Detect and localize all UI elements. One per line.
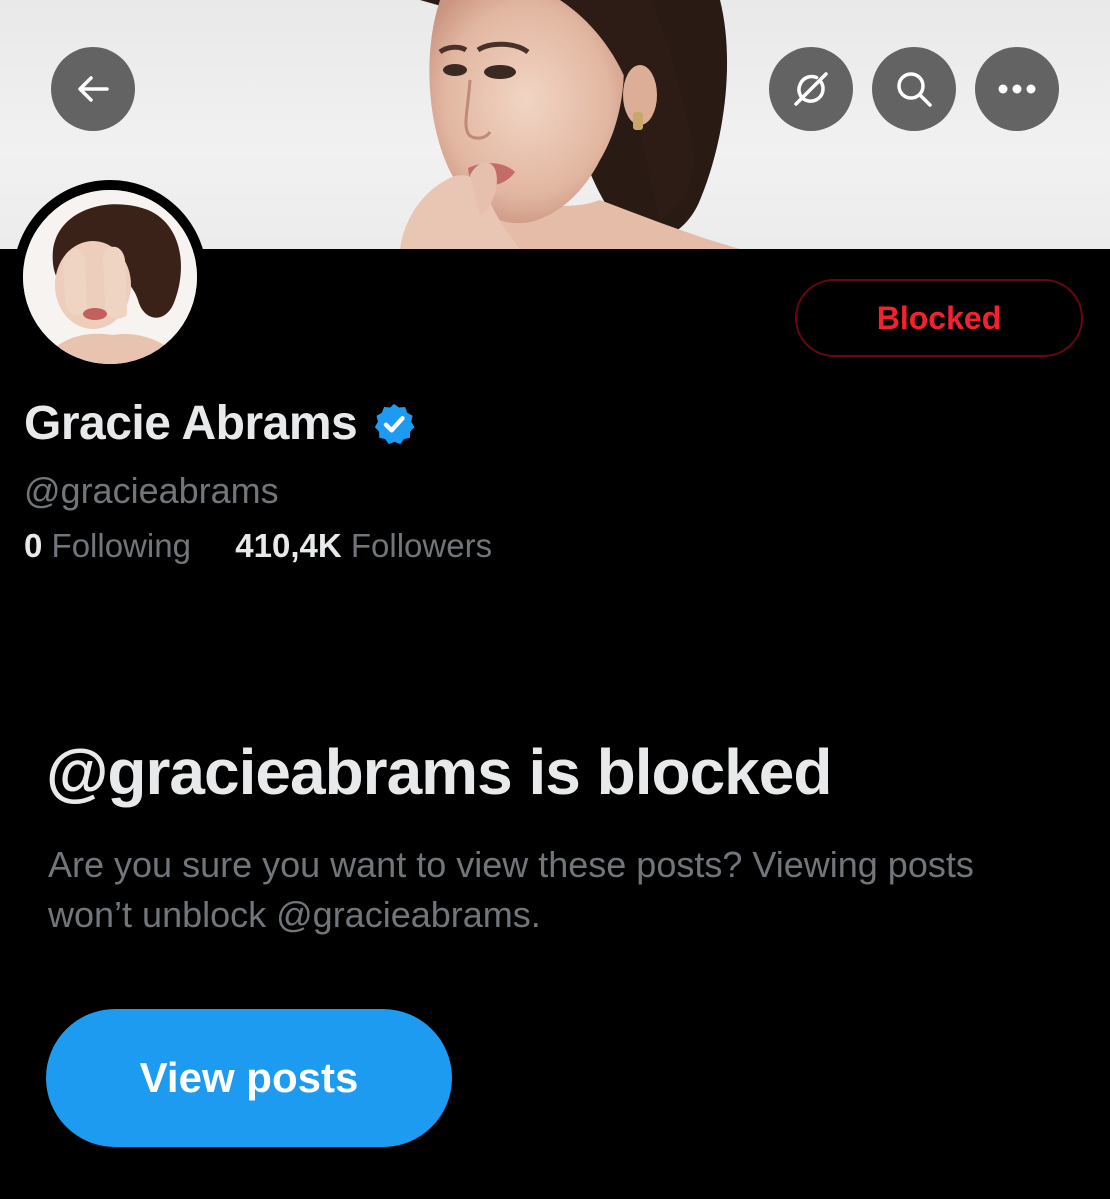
view-posts-label: View posts [139, 1054, 359, 1101]
following-count: 0 [24, 527, 43, 564]
search-button[interactable] [872, 47, 956, 131]
more-options-button[interactable] [975, 47, 1059, 131]
verified-badge-icon[interactable] [371, 401, 417, 447]
followers-label: Followers [350, 527, 493, 564]
blocked-notice-title: @gracieabrams is blocked [46, 736, 832, 808]
profile-handle: @gracieabrams [24, 470, 279, 511]
grok-button[interactable] [769, 47, 853, 131]
blocked-notice-description: Are you sure you want to view these post… [48, 844, 974, 935]
arrow-left-icon [78, 76, 109, 102]
grok-icon [794, 72, 828, 106]
followers-count: 410,4K [235, 527, 342, 564]
following-label: Following [51, 527, 191, 564]
view-posts-button[interactable]: View posts [46, 1009, 452, 1147]
followers-link[interactable]: 410,4K Followers [235, 527, 492, 564]
avatar-photo [23, 190, 197, 364]
blocked-button-label: Blocked [876, 299, 1002, 336]
avatar[interactable] [23, 190, 197, 364]
back-button[interactable] [51, 47, 135, 131]
following-link[interactable]: 0 Following [24, 527, 200, 564]
profile-name: Gracie Abrams [24, 396, 417, 451]
more-horizontal-icon [998, 84, 1036, 94]
display-name: Gracie Abrams [24, 397, 358, 450]
blocked-button[interactable]: Blocked [795, 279, 1083, 357]
profile-stats: 0 Following 410,4K Followers [24, 527, 492, 565]
search-icon [897, 72, 932, 107]
